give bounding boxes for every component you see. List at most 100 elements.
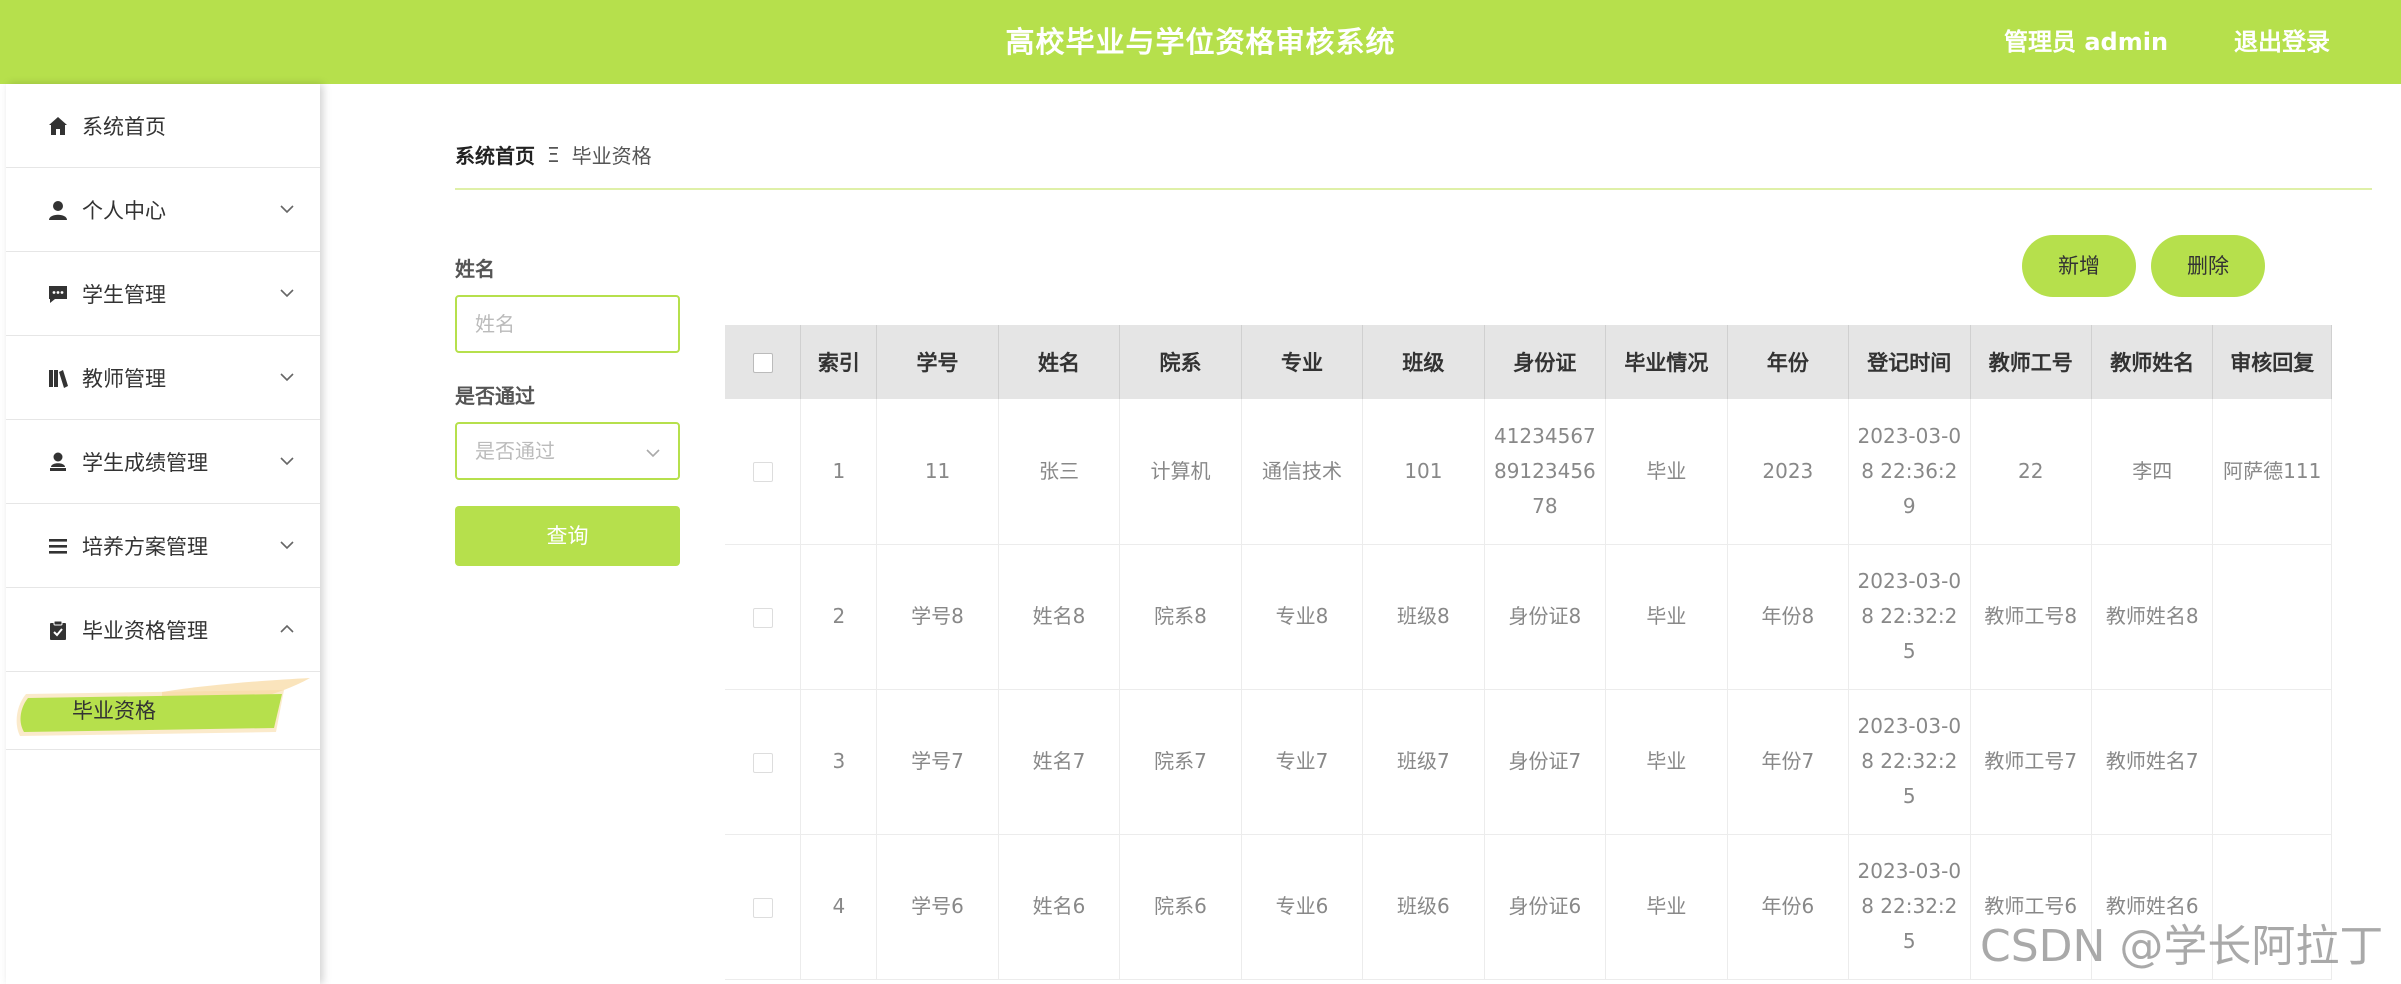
sidebar-item-label: 个人中心	[82, 198, 166, 223]
cell-class: 班级8	[1362, 544, 1485, 690]
select-all-checkbox[interactable]	[752, 353, 773, 373]
cell-dept: 院系8	[1119, 544, 1242, 690]
pass-filter-placeholder: 是否通过	[475, 439, 555, 463]
sidebar-item-training-plan[interactable]: 培养方案管理	[6, 504, 320, 588]
sidebar-item-score-management[interactable]: 学生成绩管理	[6, 420, 320, 504]
sidebar-item-label: 学生管理	[82, 282, 166, 307]
sidebar-item-personal-center[interactable]: 个人中心	[6, 168, 320, 252]
cell-idcard: 412345678912345678	[1484, 399, 1607, 545]
submenu-graduation: 毕业资格	[6, 672, 320, 750]
cell-name: 姓名8	[998, 544, 1121, 690]
top-bar: 高校毕业与学位资格审核系统 管理员 admin 退出登录	[0, 0, 2401, 84]
column-header: 毕业情况	[1605, 325, 1728, 399]
logout-button[interactable]: 退出登录	[2234, 0, 2330, 84]
sidebar-item-label: 毕业资格管理	[82, 618, 208, 643]
table-header-row: 索引 学号 姓名 院系 专业 班级 身份证 毕业情况 年份 登记时间 教师工号 …	[725, 325, 2332, 399]
delete-button[interactable]: 删除	[2151, 235, 2265, 297]
cell-index: 3	[800, 689, 878, 835]
cell-major: 专业6	[1241, 834, 1364, 980]
cell-name: 张三	[998, 399, 1121, 545]
watermark: CSDN @学长阿拉丁	[1980, 921, 2384, 972]
sidebar-item-home[interactable]: 系统首页	[6, 84, 320, 168]
cell-year: 年份7	[1727, 689, 1850, 835]
cell-xuehao: 学号7	[876, 689, 999, 835]
chevron-down-icon	[646, 449, 660, 458]
home-icon	[46, 114, 70, 138]
cell-idcard: 身份证6	[1484, 834, 1607, 980]
chevron-down-icon	[280, 289, 294, 298]
name-filter-field[interactable]	[455, 295, 680, 353]
name-filter-label: 姓名	[455, 257, 495, 281]
column-header: 院系	[1119, 325, 1242, 399]
sidebar-item-student-management[interactable]: 学生管理	[6, 252, 320, 336]
clipboard-check-icon	[46, 618, 70, 642]
cell-time: 2023-03-08 22:36:29	[1848, 399, 1971, 545]
chevron-up-icon	[280, 624, 294, 633]
cell-class: 班级6	[1362, 834, 1485, 980]
chevron-down-icon	[280, 541, 294, 550]
cell-dept: 院系6	[1119, 834, 1242, 980]
sidebar-subitem-graduation-qualification[interactable]: 毕业资格	[12, 678, 312, 744]
sidebar-item-teacher-management[interactable]: 教师管理	[6, 336, 320, 420]
cell-major: 通信技术	[1241, 399, 1364, 545]
cell-major: 专业8	[1241, 544, 1364, 690]
row-checkbox[interactable]	[752, 607, 773, 628]
column-header: 姓名	[998, 325, 1121, 399]
cell-teacher-name: 教师姓名7	[2091, 689, 2214, 835]
cell-index: 4	[800, 834, 878, 980]
row-checkbox[interactable]	[752, 752, 773, 773]
cell-status: 毕业	[1605, 834, 1728, 980]
table-row[interactable]: 2 学号8 姓名8 院系8 专业8 班级8 身份证8 毕业 年份8 2023-0…	[725, 544, 2332, 690]
select-all-cell[interactable]	[725, 325, 802, 399]
cell-class: 101	[1362, 399, 1485, 545]
cell-status: 毕业	[1605, 544, 1728, 690]
cell-xuehao: 学号8	[876, 544, 999, 690]
cell-year: 年份8	[1727, 544, 1850, 690]
list-icon	[46, 534, 70, 558]
breadcrumb-divider	[455, 188, 2372, 190]
cell-status: 毕业	[1605, 689, 1728, 835]
breadcrumb-home[interactable]: 系统首页	[455, 140, 535, 169]
cell-teacher-id: 22	[1970, 399, 2093, 545]
column-header: 教师姓名	[2091, 325, 2214, 399]
admin-label: 管理员 admin	[2004, 28, 2169, 56]
row-checkbox[interactable]	[752, 462, 773, 483]
breadcrumb: 系统首页 Ξ 毕业资格	[455, 140, 652, 169]
chat-icon	[46, 282, 70, 306]
brush-highlight-icon	[16, 678, 310, 736]
cell-teacher-name: 教师姓名8	[2091, 544, 2214, 690]
sidebar-subitem-label: 毕业资格	[72, 699, 156, 723]
add-button[interactable]: 新增	[2022, 235, 2136, 297]
cell-teacher-id: 教师工号8	[1970, 544, 2093, 690]
cell-class: 班级7	[1362, 689, 1485, 835]
books-icon	[46, 366, 70, 390]
cell-idcard: 身份证7	[1484, 689, 1607, 835]
cell-time: 2023-03-08 22:32:25	[1848, 544, 1971, 690]
cell-dept: 计算机	[1119, 399, 1242, 545]
column-header: 班级	[1362, 325, 1485, 399]
cell-idcard: 身份证8	[1484, 544, 1607, 690]
cell-xuehao: 11	[876, 399, 999, 545]
table-row[interactable]: 1 11 张三 计算机 通信技术 101 412345678912345678 …	[725, 399, 2332, 545]
user-icon	[46, 198, 70, 222]
pass-filter-select[interactable]: 是否通过	[455, 422, 680, 480]
query-button[interactable]: 查询	[455, 506, 680, 566]
sidebar-item-label: 系统首页	[82, 114, 166, 139]
table-row[interactable]: 3 学号7 姓名7 院系7 专业7 班级7 身份证7 毕业 年份7 2023-0…	[725, 689, 2332, 835]
cell-dept: 院系7	[1119, 689, 1242, 835]
name-filter-input[interactable]	[475, 312, 655, 336]
cell-status: 毕业	[1605, 399, 1728, 545]
column-header: 索引	[800, 325, 878, 399]
column-header: 学号	[876, 325, 999, 399]
chevron-down-icon	[280, 373, 294, 382]
sidebar-item-label: 教师管理	[82, 366, 166, 391]
pass-filter-label: 是否通过	[455, 384, 535, 408]
cell-xuehao: 学号6	[876, 834, 999, 980]
row-checkbox[interactable]	[752, 897, 773, 918]
cell-reply	[2212, 689, 2332, 835]
sidebar-item-graduation-management[interactable]: 毕业资格管理	[6, 588, 320, 672]
cell-reply: 阿萨德111	[2212, 399, 2332, 545]
chevron-down-icon	[280, 205, 294, 214]
cell-time: 2023-03-08 22:32:25	[1848, 689, 1971, 835]
cell-teacher-name: 李四	[2091, 399, 2214, 545]
